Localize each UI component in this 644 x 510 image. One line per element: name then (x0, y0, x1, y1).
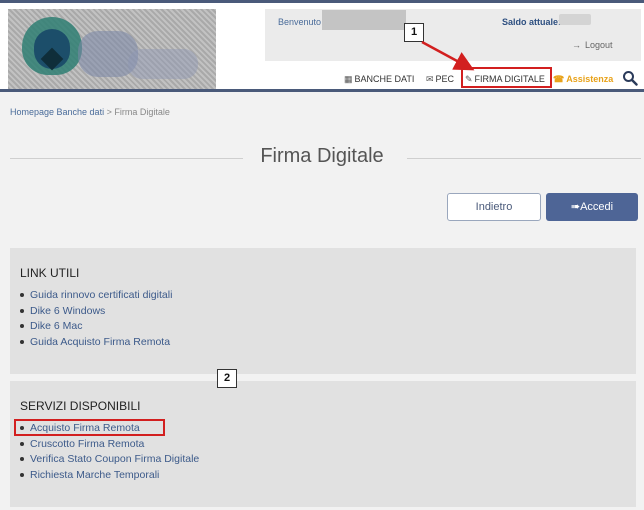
search-icon[interactable] (622, 70, 638, 86)
nav-assistenza-label: Assistenza (566, 74, 614, 84)
welcome-label: Benvenuto (278, 17, 322, 27)
logout-label: Logout (585, 40, 613, 50)
logout-link[interactable]: → Logout (572, 40, 613, 50)
list-item[interactable]: Verifica Stato Coupon Firma Digitale (20, 452, 199, 468)
user-box: Benvenuto Saldo attuale: → Logout (265, 9, 641, 61)
logo[interactable] (8, 9, 216, 89)
link-utili-list: Guida rinnovo certificati digitali Dike … (20, 288, 172, 350)
breadcrumb-separator: > (106, 107, 112, 117)
saldo-label: Saldo attuale: (502, 17, 562, 27)
page-title: Firma Digitale (260, 145, 384, 167)
highlight-box-1 (461, 67, 552, 88)
list-item[interactable]: Dike 6 Mac (20, 319, 172, 335)
logout-icon: → (572, 40, 581, 50)
nav-banche-dati-label: BANCHE DATI (354, 74, 415, 84)
list-item[interactable]: Cruscotto Firma Remota (20, 437, 199, 453)
login-icon: ➠ (570, 201, 581, 213)
servizi-panel: SERVIZI DISPONIBILI Acquisto Firma Remot… (10, 381, 636, 507)
phone-icon: ☎ (553, 74, 565, 84)
nav-banche-dati[interactable]: ▦ BANCHE DATI (344, 74, 414, 85)
list-item[interactable]: Guida Acquisto Firma Remota (20, 335, 172, 351)
back-button[interactable]: Indietro (447, 193, 541, 221)
servizi-title: SERVIZI DISPONIBILI (20, 399, 141, 413)
callout-1: 1 (404, 23, 424, 42)
login-button-label: Accedi (580, 201, 614, 213)
grid-icon: ▦ (344, 74, 353, 84)
list-item[interactable]: Guida rinnovo certificati digitali (20, 288, 172, 304)
saldo-value-redacted (559, 14, 591, 25)
nav-pec-label: PEC (435, 74, 455, 84)
highlight-box-2 (14, 419, 165, 436)
breadcrumb-current: Firma Digitale (114, 107, 170, 117)
list-item[interactable]: Dike 6 Windows (20, 304, 172, 320)
nav-pec[interactable]: ✉ PEC (426, 74, 454, 85)
nav-assistenza[interactable]: ☎ Assistenza (553, 74, 613, 85)
envelope-icon: ✉ (426, 74, 434, 84)
login-button[interactable]: ➠Accedi (546, 193, 638, 221)
breadcrumb: Homepage Banche dati > Firma Digitale (10, 107, 170, 117)
callout-2: 2 (217, 369, 237, 388)
link-utili-panel: LINK UTILI Guida rinnovo certificati dig… (10, 248, 636, 374)
header-divider (0, 89, 644, 92)
list-item[interactable]: Richiesta Marche Temporali (20, 468, 199, 484)
link-utili-title: LINK UTILI (20, 266, 80, 280)
breadcrumb-home[interactable]: Homepage Banche dati (10, 107, 104, 117)
username-redacted (322, 10, 406, 30)
